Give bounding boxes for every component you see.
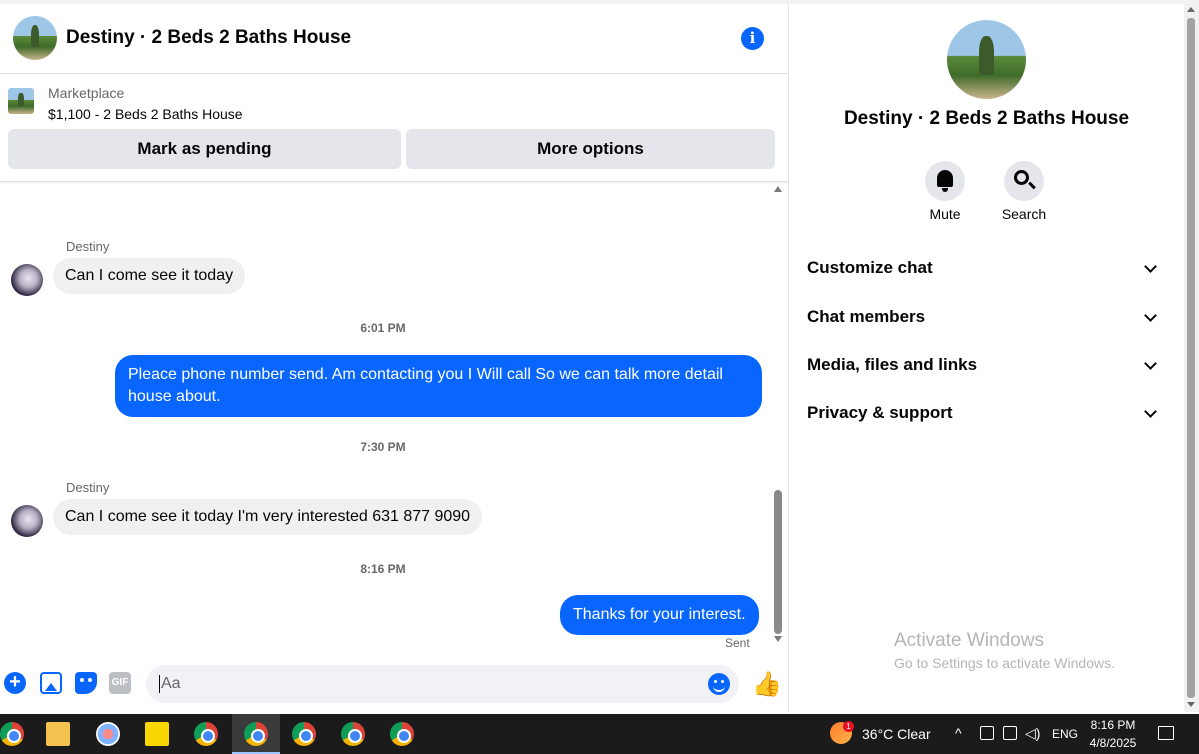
language-indicator[interactable]: ENG [1052,727,1078,741]
plus-icon[interactable]: + [4,672,26,694]
timestamp: 7:30 PM [360,440,406,454]
chrome-icon[interactable] [0,722,24,746]
chat-pane: Destiny · 2 Beds 2 Baths House i Marketp… [0,4,789,712]
details-avatar[interactable] [947,20,1026,99]
section-privacy-support[interactable]: Privacy & support [807,403,1167,433]
details-title: Destiny · 2 Beds 2 Baths House [843,108,1130,129]
bell-icon [937,170,953,192]
more-options-button[interactable]: More options [406,129,775,169]
timestamp: 6:01 PM [360,321,406,335]
thumbs-up-icon[interactable]: 👍 [752,670,782,699]
volume-icon[interactable]: ◁) [1025,725,1040,742]
chrome-profile-icon[interactable] [292,722,316,746]
outgoing-message[interactable]: Thanks for your interest. [560,595,759,635]
message-list: Destiny Can I come see it today 6:01 PM … [0,184,770,658]
chevron-up-icon[interactable]: ^ [955,725,962,741]
mark-as-pending-button[interactable]: Mark as pending [8,129,401,169]
section-label: Chat members [807,307,926,326]
weather-text[interactable]: 36°C Clear [862,726,931,742]
message-scrollbar[interactable] [772,184,784,648]
chrome-profile-icon[interactable] [244,722,268,746]
section-label: Customize chat [807,258,933,277]
page-scroll-down-icon[interactable] [1187,702,1195,707]
clock-date[interactable]: 4/8/2025 [1086,736,1140,750]
notification-icon[interactable] [1158,726,1174,740]
sender-name: Destiny [66,480,110,495]
meet-icon[interactable] [980,726,994,740]
sticker-icon[interactable] [75,672,97,694]
network-icon[interactable] [1003,726,1017,740]
listing-title[interactable]: $1,100 - 2 Beds 2 Baths House [48,106,243,122]
gif-icon[interactable]: GIF [109,672,131,694]
chrome-profile-icon[interactable] [194,722,218,746]
search-icon [1014,170,1029,185]
sender-avatar[interactable] [11,264,43,296]
chevron-down-icon [1144,260,1157,273]
info-icon[interactable]: i [741,27,764,50]
page-scrollbar[interactable] [1184,4,1199,712]
message-placeholder: Aa [159,675,181,693]
timestamp: 8:16 PM [360,562,406,576]
file-explorer-icon[interactable] [46,722,70,746]
search-label: Search [1001,206,1047,222]
section-media-files-links[interactable]: Media, files and links [807,355,1167,385]
message-input[interactable]: Aa [146,665,739,703]
clock-time[interactable]: 8:16 PM [1086,718,1140,732]
chrome-profile-icon[interactable] [341,722,365,746]
sender-name: Destiny [66,239,110,254]
marketplace-banner: Marketplace $1,100 - 2 Beds 2 Baths Hous… [0,74,788,182]
search-button[interactable] [1004,161,1044,201]
section-label: Media, files and links [807,355,978,374]
scroll-up-arrow-icon[interactable] [774,186,782,192]
emoji-icon[interactable] [708,673,730,695]
sender-avatar[interactable] [11,505,43,537]
listing-thumbnail[interactable] [8,88,34,114]
page-scroll-up-icon[interactable] [1187,7,1195,12]
paint-icon[interactable] [96,722,120,746]
scroll-down-arrow-icon[interactable] [774,636,782,642]
activate-windows-title: Activate Windows [894,630,1044,651]
weather-badge: 1 [843,721,854,732]
sent-status: Sent [725,636,750,650]
mute-label: Mute [929,206,961,222]
marketplace-label: Marketplace [48,85,125,101]
chat-avatar[interactable] [13,16,57,60]
section-label: Privacy & support [807,403,953,422]
chrome-profile-icon[interactable] [390,722,414,746]
taskbar: 1 36°C Clear ^ ◁) ENG 8:16 PM 4/8/2025 [0,714,1199,754]
chevron-down-icon [1144,405,1157,418]
incoming-message[interactable]: Can I come see it today [53,258,246,294]
mute-button[interactable] [925,161,965,201]
chevron-down-icon [1144,309,1157,322]
photo-icon[interactable] [40,672,62,694]
outgoing-message[interactable]: Pleace phone number send. Am contacting … [115,355,762,417]
section-customize-chat[interactable]: Customize chat [807,258,1167,288]
activate-windows-subtitle: Go to Settings to activate Windows. [894,655,1115,671]
chat-title[interactable]: Destiny · 2 Beds 2 Baths House [66,27,351,49]
section-chat-members[interactable]: Chat members [807,307,1167,337]
sticky-notes-icon[interactable] [145,722,169,746]
scroll-thumb[interactable] [774,490,782,634]
composer: + GIF Aa 👍 [0,658,788,712]
chat-header: Destiny · 2 Beds 2 Baths House i [0,4,788,74]
details-panel: Destiny · 2 Beds 2 Baths House Mute Sear… [789,4,1184,712]
incoming-message[interactable]: Can I come see it today I'm very interes… [53,499,483,535]
chevron-down-icon [1144,357,1157,370]
page-scroll-thumb[interactable] [1187,18,1195,698]
